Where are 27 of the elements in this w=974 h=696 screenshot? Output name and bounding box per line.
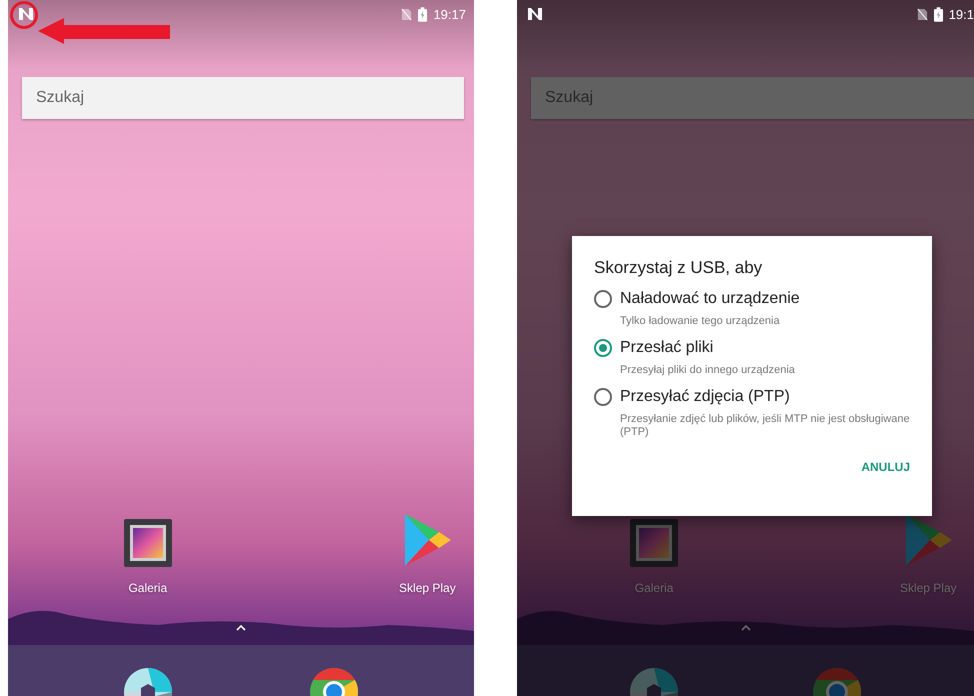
option-description: Przesyłanie zdjęć lub plików, jeśli MTP nie jest obsługiwane (PTP) <box>620 412 911 440</box>
no-sim-icon <box>401 8 412 20</box>
app-label: Galeria <box>634 581 674 595</box>
radio-option[interactable]: Przesyłać zdjęcia (PTP) <box>594 388 912 406</box>
cancel-button[interactable]: ANULUJ <box>859 454 912 480</box>
gallery-app-icon[interactable] <box>124 519 172 567</box>
chevron-up-icon[interactable] <box>236 625 246 631</box>
radio-option[interactable]: Naładować to urządzenie <box>594 290 912 308</box>
play-store-icon[interactable] <box>904 513 952 567</box>
battery-icon <box>418 6 428 22</box>
dialog-title: Skorzystaj z USB, aby <box>594 258 764 278</box>
status-time: 19:17 <box>433 6 466 22</box>
app-label: Sklep Play <box>900 581 957 595</box>
app-label: Galeria <box>128 581 168 595</box>
search-field[interactable]: Szukaj <box>22 77 464 119</box>
option-description: Przesyłaj pliki do innego urządzenia <box>620 364 796 378</box>
radio-button[interactable] <box>594 388 612 406</box>
n-logo-icon <box>18 7 34 21</box>
option-description: Tylko ładowanie tego urządzenia <box>620 315 781 329</box>
app-label: Sklep Play <box>399 581 456 595</box>
no-sim-icon <box>916 8 928 20</box>
n-logo-icon <box>527 7 543 21</box>
search-field[interactable]: Szukaj <box>531 77 974 119</box>
radio-option[interactable]: Przesłać pliki <box>594 338 912 357</box>
radio-button[interactable] <box>594 290 612 308</box>
status-time: 19:1 <box>948 6 974 22</box>
radio-button[interactable] <box>594 338 612 357</box>
